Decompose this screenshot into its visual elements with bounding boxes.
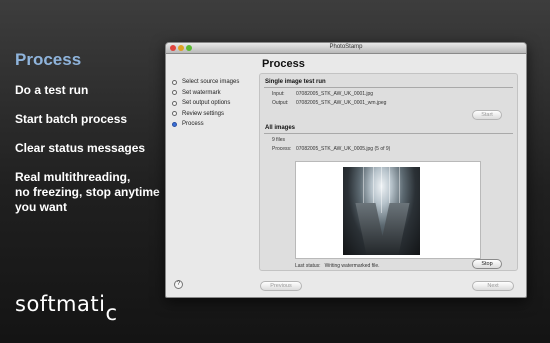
feature-item: Start batch process <box>15 112 128 126</box>
photo-detail <box>378 203 410 255</box>
step-label: Select source images <box>182 79 240 86</box>
divider <box>264 87 513 88</box>
step-bullet-icon <box>172 100 177 106</box>
step-label: Review settings <box>182 110 225 117</box>
process-label: Process: <box>272 146 292 152</box>
status-value: Writing watermarked file. <box>324 263 380 269</box>
test-run-title: Single image test run <box>265 79 326 85</box>
process-panel: Single image test run Input: 07082005_ST… <box>259 73 518 271</box>
step-label: Process <box>182 121 204 128</box>
feature-item: Clear status messages <box>15 141 146 155</box>
step-review-settings[interactable]: Review settings <box>172 109 257 120</box>
file-count: 9 files <box>272 137 286 143</box>
steps-sidebar: Select source images Set watermark Set o… <box>172 77 257 130</box>
output-value: 07082005_STK_AW_UK_0001_wm.jpeg <box>296 100 387 106</box>
step-label: Set watermark <box>182 89 221 96</box>
step-select-source-images[interactable]: Select source images <box>172 77 257 88</box>
feature-item: Real multithreading, no freezing, stop a… <box>15 170 160 214</box>
output-label: Output: <box>272 100 289 106</box>
page-title: Process <box>262 58 305 70</box>
step-label: Set output options <box>182 100 231 107</box>
brand-logo: softmatic <box>15 292 118 325</box>
input-label: Input: <box>272 91 285 97</box>
step-active-bullet-icon <box>172 121 177 127</box>
brand-text: softmati <box>15 292 106 316</box>
app-window: PhotoStamp Select source images Set wate… <box>165 42 527 298</box>
feature-item: Do a test run <box>15 83 89 97</box>
step-set-watermark[interactable]: Set watermark <box>172 88 257 99</box>
image-preview <box>295 161 481 259</box>
process-value: 07082005_STK_AW_UK_0005.jpg (5 of 9) <box>296 146 391 152</box>
start-button[interactable]: Start <box>472 110 502 120</box>
last-status-row: Last status: Writing watermarked file. <box>295 263 380 269</box>
feature-list: Do a test run Start batch process Clear … <box>15 83 160 229</box>
promo-title: Process <box>15 50 82 69</box>
step-set-output-options[interactable]: Set output options <box>172 98 257 109</box>
next-button[interactable]: Next <box>472 281 514 291</box>
divider <box>264 133 513 134</box>
window-titlebar[interactable]: PhotoStamp <box>166 43 526 54</box>
process-progress-row: Process: 07082005_STK_AW_UK_0005.jpg (5 … <box>272 146 390 152</box>
status-label: Last status: <box>295 263 321 269</box>
all-images-title: All images <box>265 125 296 131</box>
previous-button[interactable]: Previous <box>260 281 302 291</box>
test-output-row: Output: 07082005_STK_AW_UK_0001_wm.jpeg <box>272 100 386 106</box>
help-button[interactable]: ? <box>174 280 183 289</box>
step-bullet-icon <box>172 79 177 85</box>
test-input-row: Input: 07082005_STK_AW_UK_0001.jpg <box>272 91 373 97</box>
step-process[interactable]: Process <box>172 119 257 130</box>
window-title: PhotoStamp <box>329 44 363 50</box>
brand-text-sub: c <box>105 301 118 325</box>
input-value: 07082005_STK_AW_UK_0001.jpg <box>296 91 374 97</box>
preview-photo <box>343 167 420 255</box>
photo-detail <box>381 167 382 213</box>
stop-button[interactable]: Stop <box>472 259 502 269</box>
step-bullet-icon <box>172 111 177 117</box>
step-bullet-icon <box>172 90 177 96</box>
